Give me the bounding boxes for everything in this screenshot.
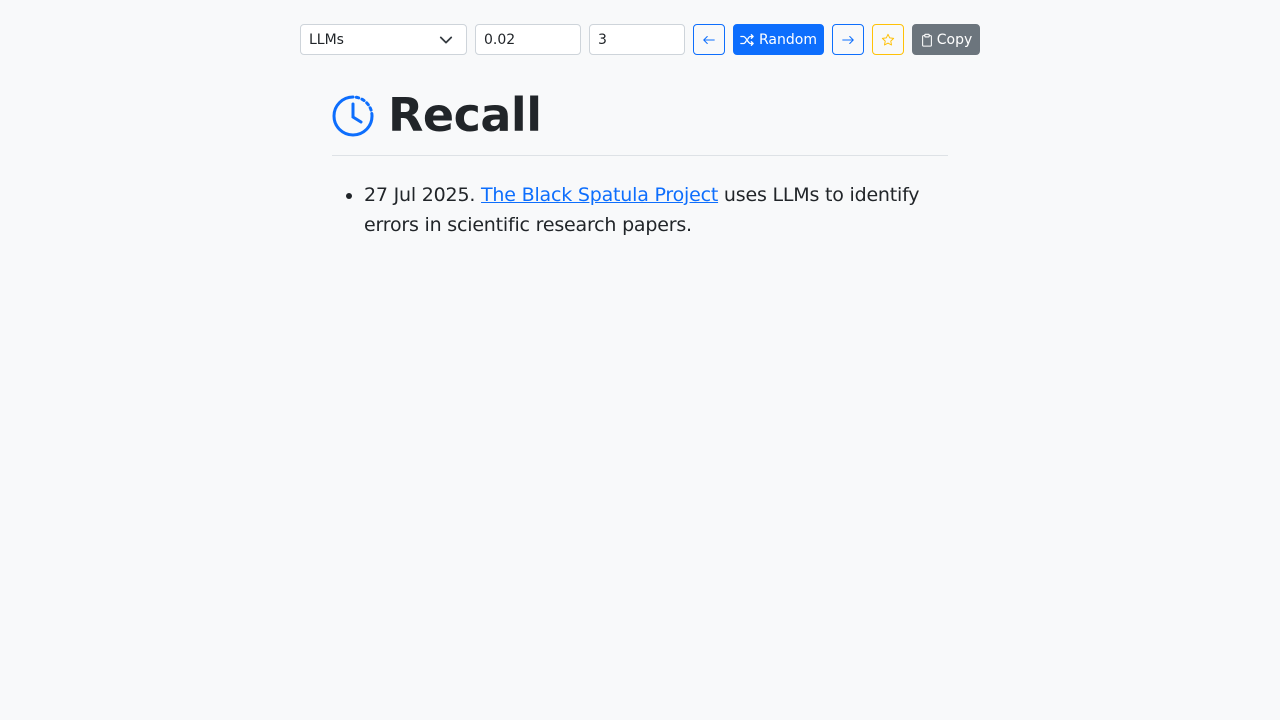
copy-button-label: Copy bbox=[936, 31, 973, 48]
page-title: Recall bbox=[388, 87, 542, 142]
random-button[interactable]: Random bbox=[733, 24, 824, 55]
favorite-button[interactable] bbox=[872, 24, 904, 55]
star-icon bbox=[881, 33, 895, 45]
next-button[interactable] bbox=[832, 24, 864, 55]
entry-link[interactable]: The Black Spatula Project bbox=[481, 184, 718, 206]
count-input[interactable] bbox=[589, 24, 685, 55]
copy-button[interactable]: Copy bbox=[912, 24, 980, 55]
chevron-down-icon bbox=[439, 36, 453, 43]
temperature-input[interactable] bbox=[475, 24, 581, 55]
entry-date: 27 Jul 2025. bbox=[364, 184, 476, 206]
recall-list: 27 Jul 2025. The Black Spatula Project u… bbox=[332, 180, 948, 240]
recall-content: 27 Jul 2025. The Black Spatula Project u… bbox=[332, 180, 948, 240]
arrow-left-icon bbox=[703, 35, 715, 44]
random-button-label: Random bbox=[759, 31, 817, 48]
topic-select[interactable]: LLMs bbox=[300, 24, 467, 55]
topic-select-value: LLMs bbox=[309, 31, 344, 48]
list-item: 27 Jul 2025. The Black Spatula Project u… bbox=[364, 180, 948, 240]
clipboard-icon bbox=[921, 33, 932, 47]
shuffle-icon bbox=[740, 33, 754, 46]
clock-icon bbox=[332, 95, 374, 136]
toolbar: LLMs Random Copy bbox=[300, 24, 980, 55]
previous-button[interactable] bbox=[693, 24, 725, 55]
page-header: Recall bbox=[332, 80, 948, 156]
arrow-right-icon bbox=[842, 35, 854, 44]
